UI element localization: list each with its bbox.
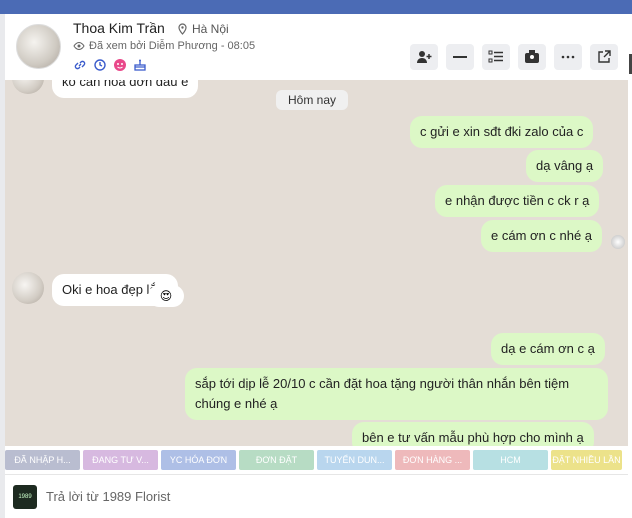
more-button[interactable] xyxy=(554,44,582,70)
more-icon xyxy=(561,55,575,59)
history-icon[interactable] xyxy=(93,58,107,72)
location-text: Hà Nội xyxy=(192,22,229,36)
chat-panel: Thoa Kim Trần Hà Nội Đã xem bởi Diễm Phư… xyxy=(5,14,628,518)
window-top-bar xyxy=(0,0,632,14)
seen-avatar xyxy=(611,235,625,249)
link-icon[interactable] xyxy=(73,58,87,72)
contact-avatar[interactable] xyxy=(16,24,61,69)
inbox-button[interactable] xyxy=(518,44,546,70)
label-chip[interactable]: YC HÓA ĐƠN xyxy=(161,450,236,470)
inbox-icon xyxy=(525,50,539,63)
chat-header: Thoa Kim Trần Hà Nội Đã xem bởi Diễm Phư… xyxy=(5,14,628,80)
minus-icon xyxy=(453,56,467,58)
seen-status: Đã xem bởi Diễm Phương - 08:05 xyxy=(73,40,255,52)
message-outgoing[interactable]: e nhận được tiền c ck r ạ xyxy=(435,185,600,217)
message-area[interactable]: ko cần hoá đơn đâu e Hôm nay c gửi e xin… xyxy=(5,80,628,446)
right-edge xyxy=(628,14,632,518)
message-incoming[interactable]: ko cần hoá đơn đâu e xyxy=(52,80,199,98)
label-chip[interactable]: ĐƠN ĐẶT xyxy=(239,450,314,470)
date-separator: Hôm nay xyxy=(276,90,349,110)
list-button[interactable] xyxy=(482,44,510,70)
heart-eyes-emoji: 😍 xyxy=(159,289,173,303)
open-external-icon xyxy=(598,50,611,63)
label-chip[interactable]: HCM xyxy=(473,450,548,470)
message-outgoing[interactable]: bên e tư vấn mẫu phù hợp cho mình ạ xyxy=(352,422,594,446)
reply-input-placeholder[interactable]: Trả lời từ 1989 Florist xyxy=(46,489,170,504)
contact-avatar-small xyxy=(12,272,44,304)
eye-icon xyxy=(73,42,85,50)
contact-location: Hà Nội xyxy=(177,22,229,36)
message-outgoing[interactable]: dạ e cám ơn c ạ xyxy=(491,333,605,365)
label-chip[interactable]: ĐƠN HÀNG ... xyxy=(395,450,470,470)
contact-tag-icons xyxy=(73,58,147,72)
reaction-badge[interactable]: 😍 xyxy=(148,285,184,307)
label-chip[interactable]: ĐANG TƯ V... xyxy=(83,450,158,470)
message-outgoing[interactable]: dạ vâng ạ xyxy=(526,150,604,182)
label-chip[interactable]: TUYỂN DUN... xyxy=(317,450,392,470)
contact-avatar-small xyxy=(12,80,44,94)
face-icon[interactable] xyxy=(113,58,127,72)
page-logo: 1989 xyxy=(13,484,37,509)
label-chip[interactable]: ĐÃ NHẬP H... xyxy=(5,450,80,470)
message-outgoing[interactable]: e cám ơn c nhé ạ xyxy=(481,220,603,252)
add-person-button[interactable] xyxy=(410,44,438,70)
cake-icon[interactable] xyxy=(133,58,147,72)
seen-text: Đã xem bởi Diễm Phương - 08:05 xyxy=(89,40,256,52)
header-actions xyxy=(410,44,618,70)
add-person-icon xyxy=(417,51,432,63)
label-chip[interactable]: Đặt nhiều lần xyxy=(551,450,622,470)
open-external-button[interactable] xyxy=(590,44,618,70)
minimize-button[interactable] xyxy=(446,44,474,70)
list-icon xyxy=(488,50,503,63)
location-pin-icon xyxy=(178,23,187,35)
reply-bar[interactable]: 1989 Trả lời từ 1989 Florist xyxy=(5,474,628,518)
message-outgoing[interactable]: c gửi e xin sđt đki zalo của c xyxy=(410,116,594,148)
contact-name[interactable]: Thoa Kim Trần xyxy=(73,20,165,36)
label-bar: ĐÃ NHẬP H... ĐANG TƯ V... YC HÓA ĐƠN ĐƠN ĐẶ… xyxy=(5,450,628,470)
message-outgoing[interactable]: sắp tới dịp lễ 20/10 c cần đặt hoa tặng … xyxy=(185,368,608,420)
